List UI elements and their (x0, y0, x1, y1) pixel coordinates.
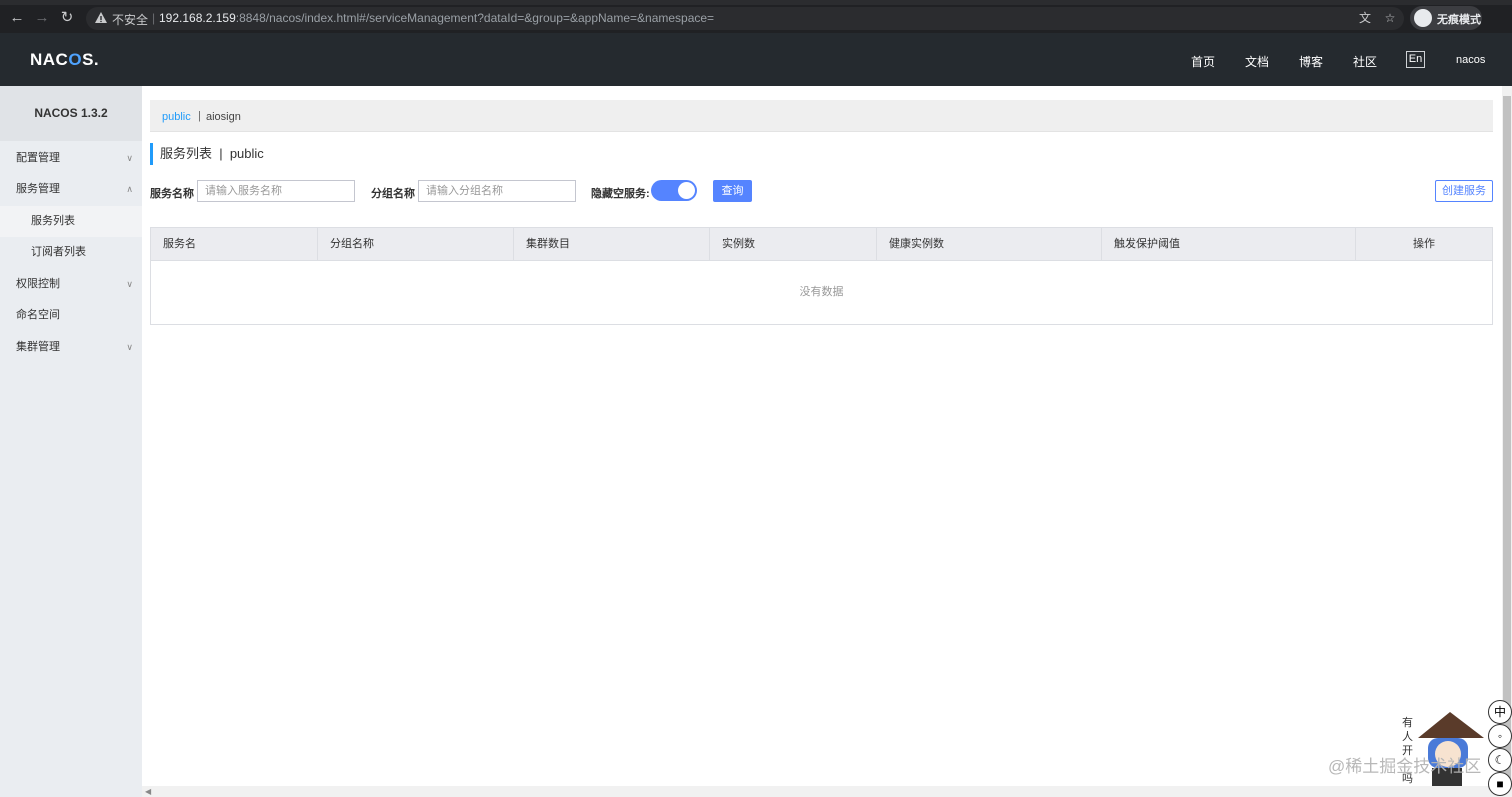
language-float-button[interactable]: 中 (1488, 700, 1512, 724)
warning-icon (95, 12, 107, 23)
star-icon[interactable]: ☆ (1383, 11, 1397, 25)
column-header: 服务名 (151, 228, 318, 261)
svg-text:有: 有 (1402, 715, 1413, 729)
chevron-up-icon: ∧ (126, 184, 133, 194)
namespace-aiosign[interactable]: aiosign (206, 111, 241, 123)
nav-home[interactable]: 首页 (1191, 53, 1215, 70)
service-table: 服务名 分组名称 集群数目 实例数 健康实例数 触发保护阈值 操作 没有数据 (150, 227, 1493, 325)
address-bar[interactable]: 不安全 | 192.168.2.159:8848/nacos/index.htm… (86, 7, 1404, 30)
sidebar-item-label: 服务列表 (31, 215, 75, 227)
namespace-divider: | (198, 110, 201, 122)
sidebar-item-label: 服务管理 (16, 183, 60, 195)
vertical-scrollbar[interactable] (1502, 86, 1512, 797)
query-button[interactable]: 查询 (713, 180, 752, 202)
nav-community[interactable]: 社区 (1353, 53, 1377, 70)
sidebar-item-service[interactable]: 服务管理 ∧ (0, 174, 142, 205)
translate-icon[interactable]: 文 (1358, 11, 1372, 25)
shirt-icon[interactable]: ■ (1488, 772, 1512, 796)
scrollbar-thumb[interactable] (1503, 96, 1511, 782)
sidebar-item-label: 命名空间 (16, 309, 60, 321)
service-name-label: 服务名称 (150, 188, 194, 200)
reload-icon[interactable]: ↻ (59, 10, 75, 26)
tab-strip (0, 0, 1512, 5)
hide-empty-toggle[interactable] (651, 180, 697, 201)
sidebar-item-label: 集群管理 (16, 341, 60, 353)
moon-icon[interactable]: ☾ (1488, 748, 1512, 772)
sidebar-item-label: 权限控制 (16, 278, 60, 290)
group-name-label: 分组名称 (371, 188, 415, 200)
language-toggle[interactable]: En (1406, 51, 1425, 68)
nav-blog[interactable]: 博客 (1299, 53, 1323, 70)
chevron-down-icon: ∨ (126, 342, 133, 352)
sidebar-title: NACOS 1.3.2 (0, 86, 142, 141)
toggle-knob (678, 182, 695, 199)
user-menu[interactable]: nacos (1456, 54, 1485, 66)
namespace-public[interactable]: public (162, 111, 191, 123)
horizontal-scrollbar[interactable]: ◀ (142, 786, 1502, 797)
sidebar-item-subscribers[interactable]: 订阅者列表 (0, 237, 142, 268)
incognito-label: 无痕模式 (1437, 14, 1481, 26)
table-header: 服务名 分组名称 集群数目 实例数 健康实例数 触发保护阈值 操作 (151, 228, 1492, 261)
svg-text:人: 人 (1402, 730, 1413, 743)
incognito-icon (1414, 9, 1432, 27)
page-title: 服务列表 | public (150, 143, 264, 165)
scroll-left-icon[interactable]: ◀ (145, 786, 151, 797)
security-label: 不安全 (112, 13, 149, 27)
sidebar-item-auth[interactable]: 权限控制 ∨ (0, 269, 142, 300)
empty-state: 没有数据 (799, 286, 844, 298)
sidebar-item-cluster[interactable]: 集群管理 ∨ (0, 332, 142, 363)
column-header: 健康实例数 (877, 228, 1102, 261)
column-header: 实例数 (710, 228, 877, 261)
column-header: 操作 (1413, 238, 1435, 250)
forward-icon[interactable]: → (34, 10, 50, 26)
nacos-logo[interactable]: NACOS. (30, 50, 99, 70)
incognito-badge[interactable]: 无痕模式 (1410, 6, 1482, 30)
page-title-text: 服务列表 | public (160, 146, 264, 161)
nav-docs[interactable]: 文档 (1245, 53, 1269, 70)
column-header: 触发保护阈值 (1102, 228, 1356, 261)
url-text[interactable]: 192.168.2.159:8848/nacos/index.html#/ser… (159, 11, 714, 25)
create-service-button[interactable]: 创建服务 (1435, 180, 1493, 202)
namespace-bar: public | aiosign (150, 100, 1493, 132)
back-icon[interactable]: ← (9, 10, 25, 26)
chevron-down-icon: ∨ (126, 153, 133, 163)
app-header: NACOS. 首页 文档 博客 社区 En nacos (0, 33, 1512, 86)
punctuation-float-icon[interactable]: ◦ (1488, 724, 1512, 748)
column-header: 分组名称 (318, 228, 514, 261)
hide-empty-label: 隐藏空服务: (591, 188, 650, 200)
chevron-down-icon: ∨ (126, 279, 133, 289)
sidebar-item-namespace[interactable]: 命名空间 (0, 300, 142, 331)
sidebar-item-label: 配置管理 (16, 152, 60, 164)
column-header: 集群数目 (514, 228, 710, 261)
sidebar-item-label: 订阅者列表 (31, 246, 86, 258)
group-name-input[interactable]: 请输入分组名称 (418, 180, 576, 202)
browser-toolbar: ← → ↻ 不安全 | 192.168.2.159:8848/nacos/ind… (0, 0, 1512, 33)
sidebar: NACOS 1.3.2 配置管理 ∨ 服务管理 ∧ 服务列表 订阅者列表 权限控… (0, 86, 142, 797)
watermark: @稀土掘金技术社区 (1328, 757, 1482, 776)
sidebar-item-service-list[interactable]: 服务列表 (0, 206, 142, 237)
sidebar-item-config[interactable]: 配置管理 ∨ (0, 143, 142, 174)
service-name-input[interactable]: 请输入服务名称 (197, 180, 355, 202)
omnibox-divider: | (152, 11, 156, 25)
